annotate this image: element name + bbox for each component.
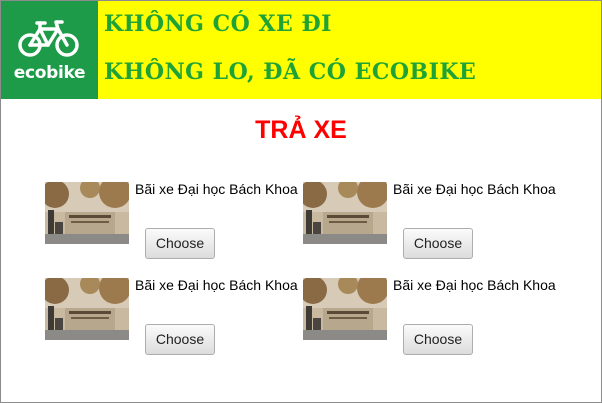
station-card: Bãi xe Đại học Bách Khoa Choose bbox=[45, 181, 303, 262]
station-name: Bãi xe Đại học Bách Khoa bbox=[393, 181, 556, 197]
station-photo bbox=[45, 278, 129, 340]
choose-button[interactable]: Choose bbox=[403, 228, 473, 259]
station-card: Bãi xe Đại học Bách Khoa Choose bbox=[45, 277, 303, 358]
choose-button[interactable]: Choose bbox=[145, 228, 215, 259]
station-card: Bãi xe Đại học Bách Khoa Choose bbox=[303, 181, 561, 262]
choose-button[interactable]: Choose bbox=[145, 324, 215, 355]
slogan-line-1: KHÔNG CÓ XE ĐI bbox=[104, 11, 332, 37]
station-photo bbox=[303, 182, 387, 244]
station-name: Bãi xe Đại học Bách Khoa bbox=[135, 181, 298, 197]
app-window: ecobike KHÔNG CÓ XE ĐI KHÔNG LO, ĐÃ CÓ E… bbox=[0, 0, 602, 403]
logo-text: ecobike bbox=[13, 63, 86, 83]
ecobike-logo: ecobike bbox=[1, 1, 98, 99]
header-banner: ecobike KHÔNG CÓ XE ĐI KHÔNG LO, ĐÃ CÓ E… bbox=[1, 1, 601, 99]
station-name: Bãi xe Đại học Bách Khoa bbox=[393, 277, 556, 293]
slogan-line-2: KHÔNG LO, ĐÃ CÓ ECOBIKE bbox=[104, 59, 477, 85]
station-card: Bãi xe Đại học Bách Khoa Choose bbox=[303, 277, 561, 358]
station-name: Bãi xe Đại học Bách Khoa bbox=[135, 277, 298, 293]
choose-button[interactable]: Choose bbox=[403, 324, 473, 355]
page-title: TRẢ XE bbox=[255, 116, 347, 144]
station-photo bbox=[45, 182, 129, 244]
station-photo bbox=[303, 278, 387, 340]
bicycle-icon bbox=[18, 20, 79, 57]
